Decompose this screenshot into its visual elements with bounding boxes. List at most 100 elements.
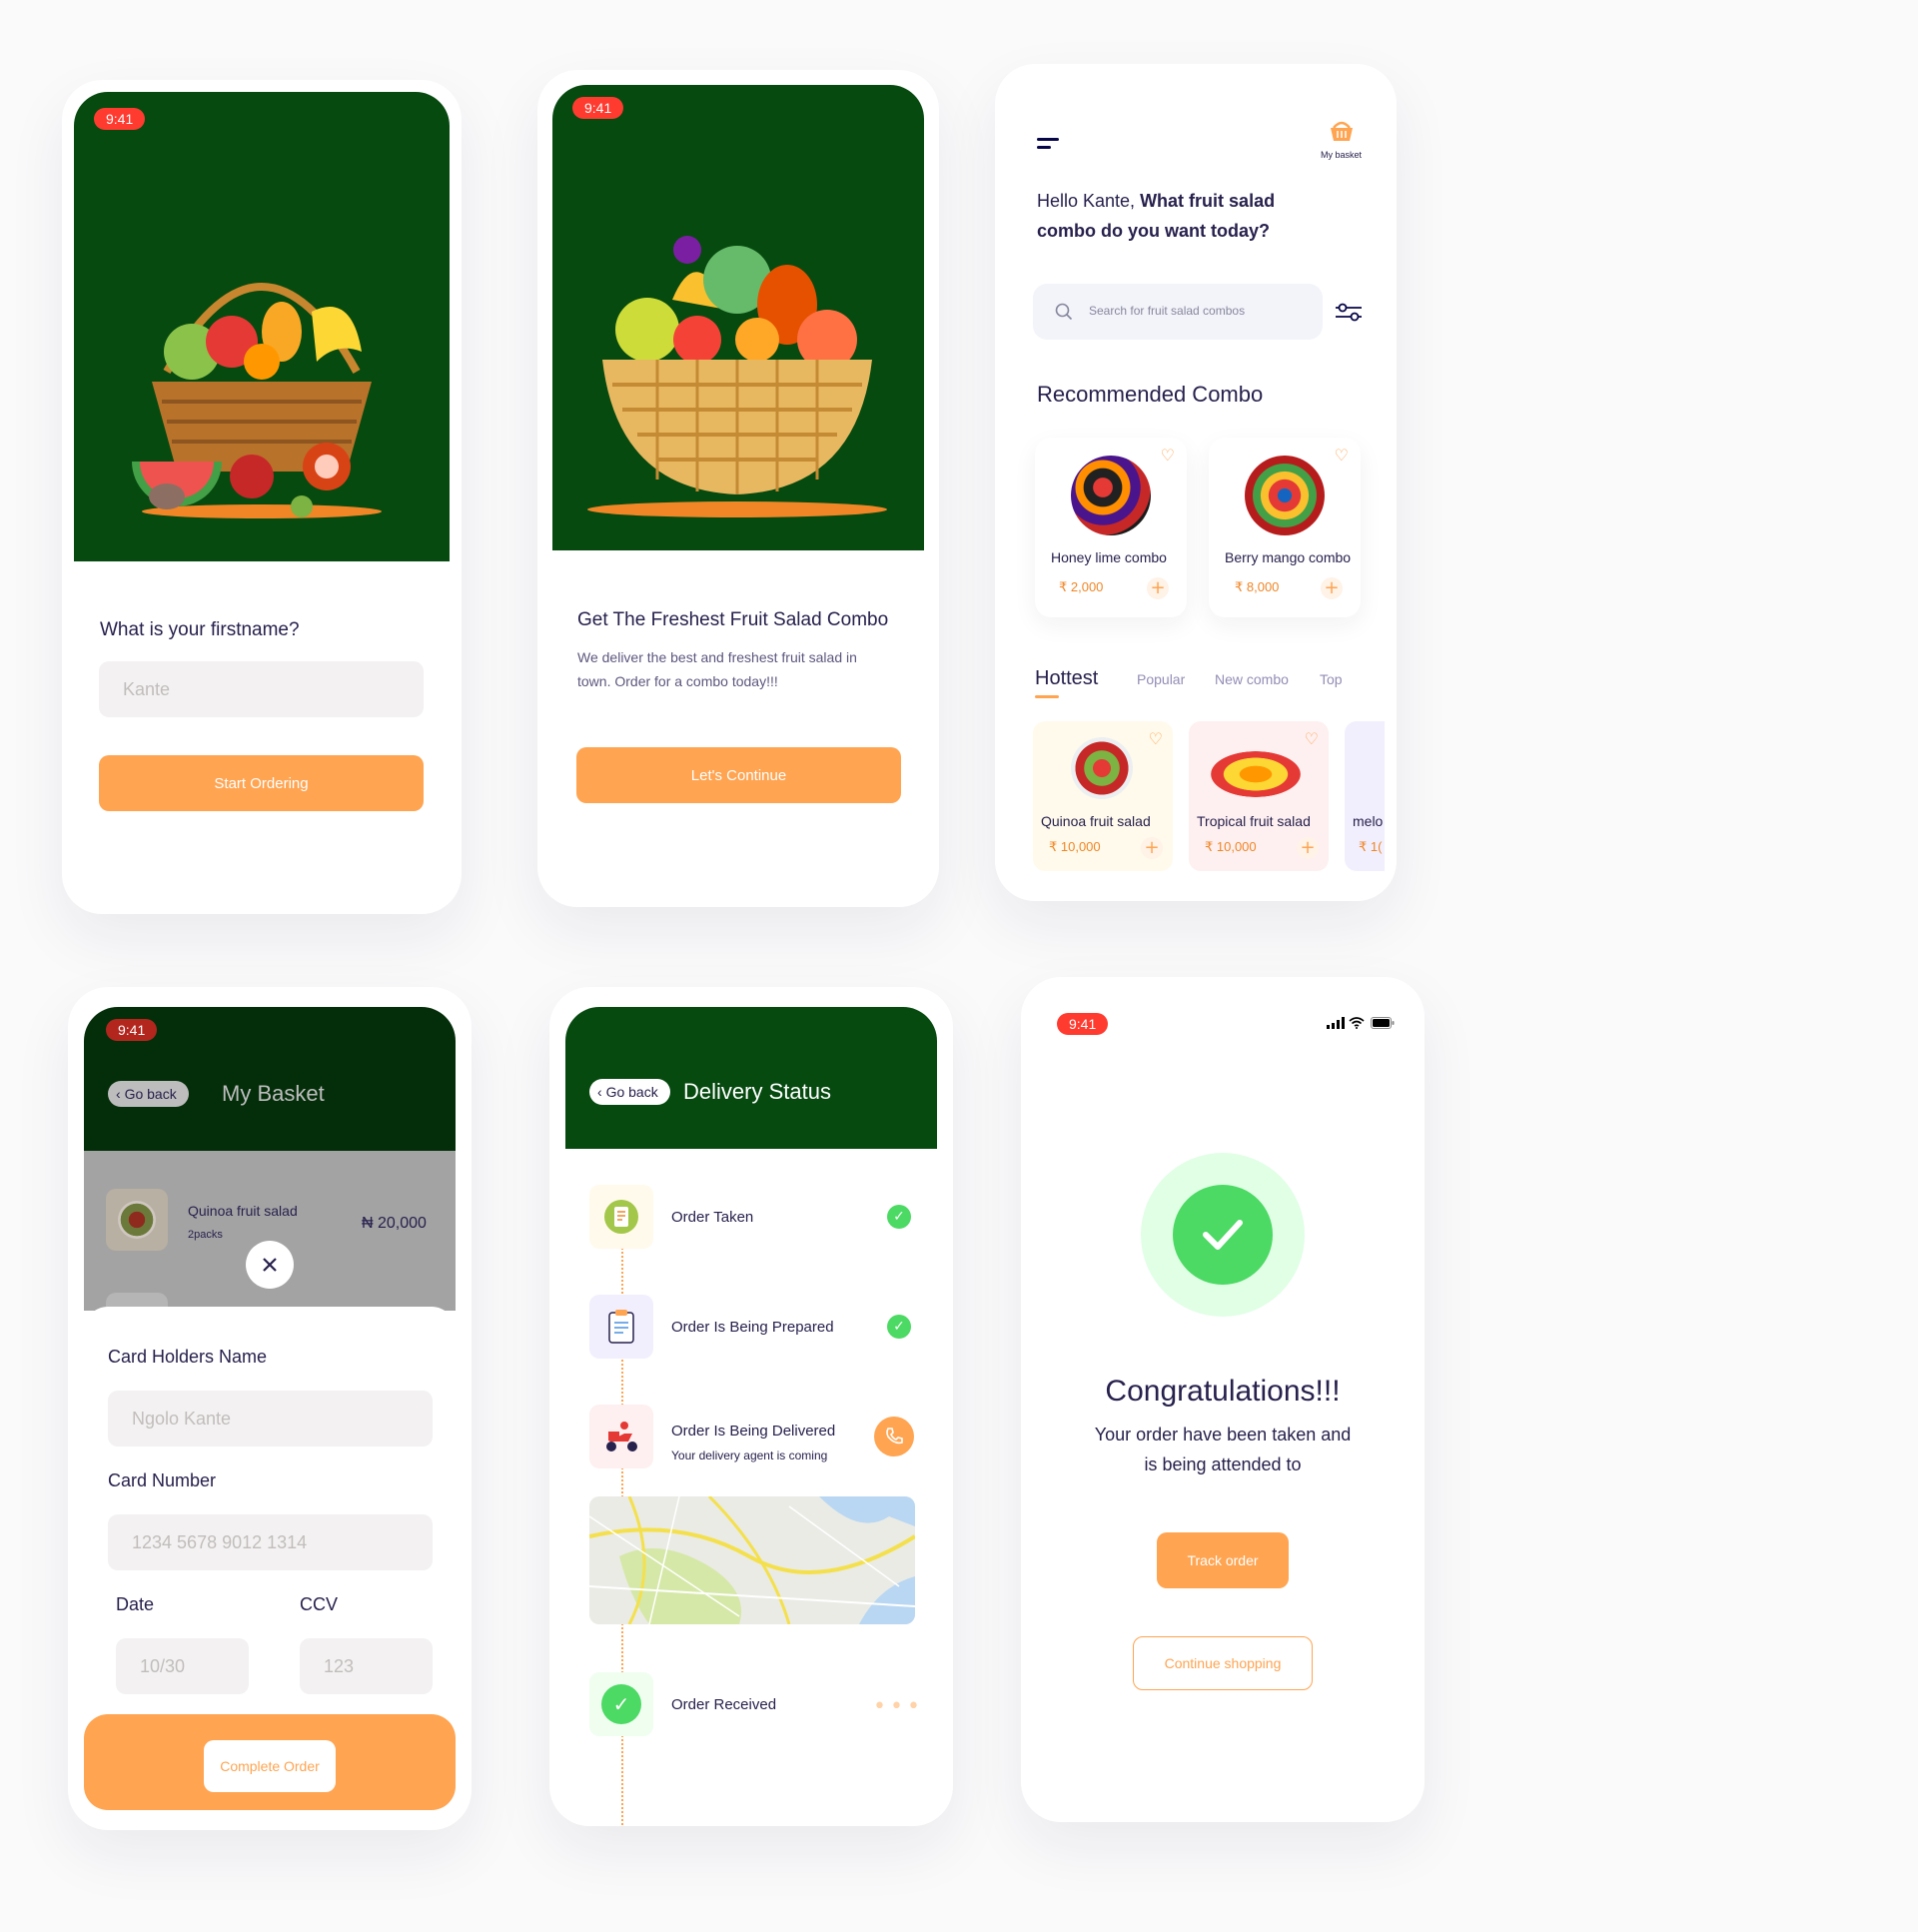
pending-dots-icon: •••: [873, 1694, 924, 1719]
recommended-card-berry-mango[interactable]: ♡ Berry mango combo ₹ 8,000 +: [1209, 438, 1361, 617]
track-order-button[interactable]: Track order: [1157, 1532, 1289, 1588]
hottest-card-tropical[interactable]: ♡ Tropical fruit salad ₹ 10,000 +: [1189, 721, 1329, 871]
status-time: 9:41: [572, 97, 624, 119]
basket-item-price: ₦ 20,000: [362, 1215, 427, 1232]
hottest-card-melon[interactable]: melo ₹ 1(: [1345, 721, 1385, 871]
ccv-input[interactable]: 123: [300, 1638, 433, 1694]
go-back-button[interactable]: ‹ Go back: [589, 1079, 670, 1105]
signal-icon: [1327, 1017, 1345, 1029]
product-price: ₹ 2,000: [1059, 579, 1104, 594]
welcome-title: Get The Freshest Fruit Salad Combo: [577, 609, 889, 630]
product-name: Berry mango combo: [1225, 549, 1352, 565]
battery-icon: [1371, 1017, 1395, 1029]
continue-shopping-button[interactable]: Continue shopping: [1133, 1636, 1313, 1690]
go-back-label: Go back: [605, 1084, 658, 1100]
welcome-body: We deliver the best and freshest fruit s…: [577, 649, 857, 689]
step-title: Order Taken: [671, 1209, 754, 1226]
favorite-heart-icon[interactable]: ♡: [1149, 729, 1163, 748]
product-price: ₹ 1(: [1359, 839, 1383, 854]
product-name: Honey lime combo: [1051, 549, 1167, 565]
success-check-icon: [1173, 1185, 1273, 1285]
delivery-map[interactable]: [589, 1496, 915, 1624]
congrats-message-line1: Your order have been taken and: [1094, 1425, 1352, 1445]
order-received-icon: ✓: [589, 1672, 653, 1736]
order-delivered-icon: [589, 1405, 653, 1468]
complete-order-button[interactable]: Complete Order: [204, 1740, 336, 1792]
basket-item-packs: 2packs: [188, 1229, 223, 1241]
congrats-message-line2: is being attended to: [1144, 1454, 1302, 1474]
favorite-heart-icon[interactable]: ♡: [1335, 446, 1349, 465]
add-to-basket-button[interactable]: +: [1147, 577, 1169, 599]
call-agent-button[interactable]: [874, 1417, 914, 1456]
status-time: 9:41: [1057, 1013, 1109, 1035]
favorite-heart-icon[interactable]: ♡: [1305, 729, 1319, 748]
receipt-icon: [604, 1200, 638, 1234]
basket-icon[interactable]: [1329, 118, 1355, 144]
firstname-input[interactable]: Kante: [99, 661, 424, 717]
tab-new-combo[interactable]: New combo: [1215, 671, 1289, 687]
salad-image: [1245, 456, 1325, 535]
fruit-basket-illustration: [132, 283, 382, 518]
status-time: 9:41: [106, 1019, 158, 1041]
search-input[interactable]: Search for fruit salad combos: [1089, 304, 1245, 318]
hero-panel: 9:41: [552, 85, 924, 550]
filter-icon[interactable]: [1335, 302, 1363, 324]
success-halo: [1141, 1153, 1305, 1317]
screen-home: My basket Hello Kante, What fruit salad …: [995, 64, 1397, 901]
tab-popular[interactable]: Popular: [1137, 671, 1185, 687]
order-taken-icon: [589, 1185, 653, 1249]
ccv-label: CCV: [300, 1594, 339, 1614]
payment-sheet: Card Holders Name Ngolo Kante Card Numbe…: [84, 1307, 456, 1826]
salad-image: [1071, 456, 1151, 535]
add-to-basket-button[interactable]: +: [1297, 837, 1319, 859]
step-title: Order Is Being Prepared: [671, 1319, 834, 1336]
date-label: Date: [116, 1594, 155, 1614]
product-price: ₹ 10,000: [1205, 839, 1257, 854]
search-bar[interactable]: Search for fruit salad combos: [1033, 284, 1323, 340]
menu-icon[interactable]: [1037, 138, 1061, 152]
product-name: Quinoa fruit salad: [1041, 813, 1151, 829]
tab-hottest[interactable]: Hottest: [1035, 667, 1098, 690]
check-icon: ✓: [887, 1205, 911, 1229]
close-sheet-button[interactable]: [246, 1241, 294, 1289]
card-holder-label: Card Holders Name: [108, 1347, 268, 1367]
screen-welcome: 9:41 Get The Freshest Fruit Salad Combo …: [537, 70, 939, 907]
card-number-label: Card Number: [108, 1470, 217, 1490]
basket-item-image: [106, 1189, 168, 1251]
product-price: ₹ 8,000: [1235, 579, 1280, 594]
greeting: Hello Kante, What fruit salad combo do y…: [1037, 186, 1287, 246]
start-ordering-button[interactable]: Start Ordering: [99, 755, 424, 811]
tab-active-indicator: [1035, 695, 1059, 698]
hottest-card-quinoa[interactable]: ♡ Quinoa fruit salad ₹ 10,000 +: [1033, 721, 1173, 871]
basket-item-name: Quinoa fruit salad: [188, 1203, 298, 1219]
lets-continue-button[interactable]: Let's Continue: [576, 747, 901, 803]
page-title: My Basket: [222, 1081, 325, 1106]
add-to-basket-button[interactable]: +: [1321, 577, 1343, 599]
card-number-input[interactable]: 1234 5678 9012 1314: [108, 1514, 433, 1570]
search-icon: [1055, 303, 1073, 321]
screen-delivery-status: ‹ Go back Delivery Status Order Taken ✓ …: [549, 987, 953, 1826]
delivery-scooter-icon: [606, 1422, 637, 1451]
favorite-heart-icon[interactable]: ♡: [1161, 446, 1175, 465]
check-circle-icon: ✓: [601, 1684, 641, 1724]
add-to-basket-button[interactable]: +: [1141, 837, 1163, 859]
card-holder-input[interactable]: Ngolo Kante: [108, 1391, 433, 1447]
phone-icon: [886, 1428, 903, 1445]
product-name: melo: [1353, 813, 1384, 829]
basket-label: My basket: [1321, 150, 1363, 160]
tab-top[interactable]: Top: [1320, 671, 1343, 687]
date-input[interactable]: 10/30: [116, 1638, 249, 1694]
wifi-icon: [1349, 1017, 1365, 1029]
check-icon: ✓: [887, 1315, 911, 1339]
recommended-card-honey-lime[interactable]: ♡ Honey lime combo ₹ 2,000 +: [1035, 438, 1187, 617]
go-back-button[interactable]: ‹ Go back: [108, 1081, 189, 1107]
recommended-title: Recommended Combo: [1037, 382, 1264, 407]
step-title: Order Received: [671, 1696, 777, 1713]
order-prepared-icon: [589, 1295, 653, 1359]
product-price: ₹ 10,000: [1049, 839, 1101, 854]
chevron-left-icon: ‹: [597, 1084, 602, 1100]
close-icon: [263, 1258, 277, 1272]
checkout-footer: Complete Order: [84, 1714, 456, 1810]
header-panel: ‹ Go back Delivery Status: [565, 1007, 937, 1149]
header-panel: 9:41 ‹ Go back My Basket: [84, 1007, 456, 1151]
